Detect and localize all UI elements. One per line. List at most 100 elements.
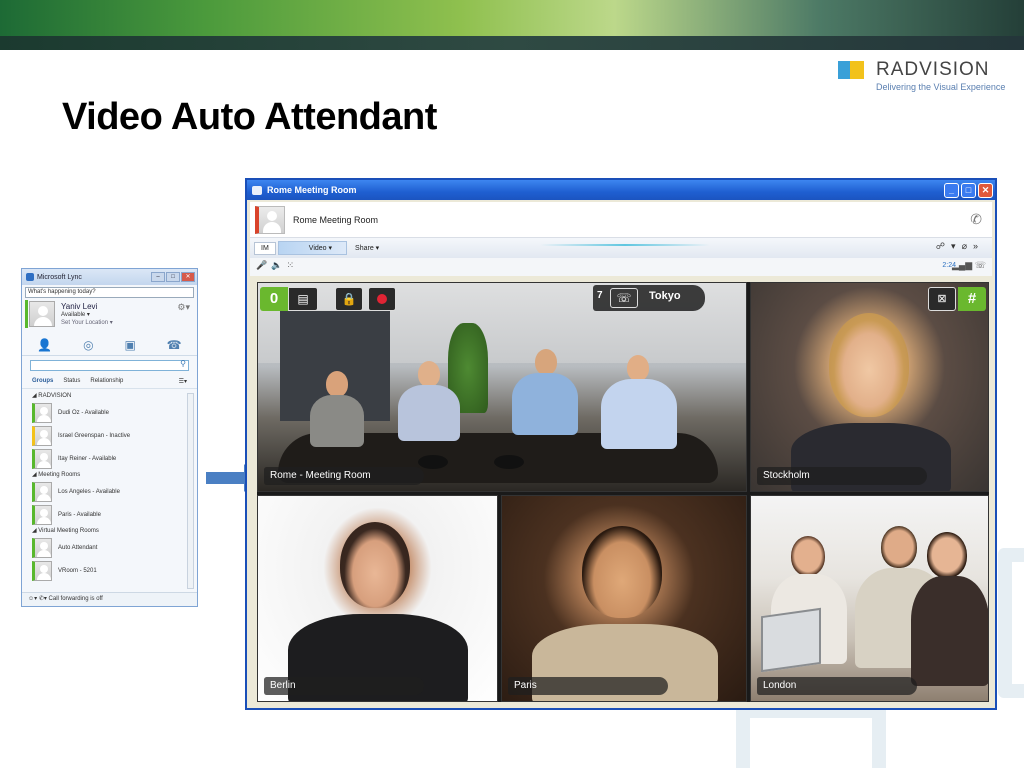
tile-label: Berlin bbox=[264, 677, 424, 695]
video-button[interactable]: Video ▾ bbox=[277, 241, 348, 255]
list-item[interactable]: Los Angeles - Available bbox=[32, 480, 187, 503]
minimize-icon[interactable]: _ bbox=[944, 182, 959, 198]
conversation-toolbar: IM Video ▾ Share ▾ ☍▾⌀» bbox=[250, 238, 992, 258]
conversations-icon[interactable]: ▣ bbox=[124, 338, 135, 352]
group-header[interactable]: ◢ RADVISION bbox=[32, 391, 187, 401]
tile-label: Rome - Meeting Room bbox=[264, 467, 424, 485]
group-header[interactable]: ◢ Virtual Meeting Rooms bbox=[32, 526, 187, 536]
phone-icon[interactable]: ☎ bbox=[167, 338, 182, 352]
my-location-text: Set Your Location bbox=[61, 320, 109, 326]
conference-window: Rome Meeting Room _ □ ✕ Rome Meeting Roo… bbox=[245, 178, 997, 710]
list-item[interactable]: Israel Greenspan - Inactive bbox=[32, 424, 187, 447]
microphone-icon[interactable]: 🎤 bbox=[256, 260, 271, 270]
call-forwarding-icon[interactable]: ✆▾ bbox=[39, 596, 47, 602]
more-options-icon[interactable]: » bbox=[973, 241, 984, 251]
contact-name: Auto Attendant bbox=[58, 544, 98, 551]
tile-label: London bbox=[757, 677, 917, 695]
lync-window-title: Microsoft Lync bbox=[37, 273, 82, 281]
lync-window: Microsoft Lync – □ ✕ What's happening to… bbox=[21, 268, 198, 607]
conversation-header: Rome Meeting Room ✆ bbox=[250, 202, 992, 238]
tile-label: Stockholm bbox=[757, 467, 927, 485]
dtmf-digit-indicator: 0 bbox=[260, 287, 288, 311]
call-status-bar: 🎤🔈⁙ 2:24 ▂▄▆ ☏ bbox=[250, 258, 992, 276]
filter-tab-relationship[interactable]: Relationship bbox=[90, 378, 123, 385]
right-arrow-icon bbox=[206, 464, 258, 492]
contact-list: ◢ RADVISION Dudi Oz - Available Israel G… bbox=[22, 389, 197, 597]
logo-tagline: Delivering the Visual Experience bbox=[876, 82, 1006, 92]
close-icon[interactable]: ✕ bbox=[181, 272, 195, 282]
attachment-icon[interactable]: ⌀ bbox=[962, 241, 973, 251]
video-tile-berlin[interactable]: Berlin bbox=[257, 495, 498, 702]
lock-icon[interactable]: 🔒 bbox=[335, 287, 363, 311]
conference-window-title: Rome Meeting Room bbox=[267, 185, 357, 195]
contact-avatar bbox=[32, 481, 52, 502]
keypad-icon[interactable]: ▤ bbox=[288, 287, 318, 311]
lync-footer: ☺▾ ✆▾ Call forwarding is off bbox=[22, 592, 197, 606]
contact-list-scrollbar[interactable] bbox=[187, 393, 194, 589]
speaker-icon[interactable]: 🔈 bbox=[271, 260, 286, 270]
maximize-icon[interactable]: □ bbox=[166, 272, 180, 282]
contact-avatar bbox=[32, 425, 52, 446]
video-tile-rome[interactable]: 0 ▤ 🔒 7 ☏ Tokyo Rome - Meeting Room bbox=[257, 282, 747, 492]
contact-search-input[interactable]: ⚲ bbox=[30, 359, 189, 371]
contact-name: Itay Reiner - Available bbox=[58, 455, 117, 462]
background-decoration bbox=[998, 548, 1024, 698]
options-gear-icon[interactable]: ⚙▾ bbox=[177, 302, 190, 313]
share-label: Share bbox=[355, 245, 374, 252]
video-tile-paris[interactable]: Paris bbox=[501, 495, 747, 702]
record-button[interactable] bbox=[368, 287, 396, 311]
video-tile-stockholm[interactable]: ⊠ # Stockholm bbox=[750, 282, 989, 492]
layout-switch-icon[interactable]: ⊠ bbox=[928, 287, 956, 311]
share-button[interactable]: Share ▾ bbox=[355, 244, 379, 252]
maximize-icon[interactable]: □ bbox=[961, 182, 976, 198]
list-item[interactable]: Auto Attendant bbox=[32, 536, 187, 559]
contact-filter-tabs: Groups Status Relationship ☰▾ bbox=[22, 375, 197, 389]
people-options-icon[interactable]: ☍▾ bbox=[936, 241, 962, 251]
contact-name: Paris - Available bbox=[58, 511, 101, 518]
status-note-input[interactable]: What's happening today? bbox=[25, 287, 194, 298]
group-name: Virtual Meeting Rooms bbox=[38, 528, 99, 534]
video-tile-london[interactable]: London bbox=[750, 495, 989, 702]
my-location-dropdown[interactable]: Set Your Location ▾ bbox=[61, 319, 113, 326]
tokyo-dial-in-badge[interactable]: 7 ☏ Tokyo bbox=[593, 285, 705, 311]
my-name: Yaniv Levi bbox=[61, 302, 98, 311]
presence-icon[interactable]: ☺▾ bbox=[28, 596, 37, 602]
contact-avatar[interactable] bbox=[255, 205, 285, 234]
record-icon bbox=[377, 294, 387, 304]
contact-avatar bbox=[32, 448, 52, 469]
group-header[interactable]: ◢ Meeting Rooms bbox=[32, 470, 187, 480]
my-status-text: Available bbox=[61, 312, 86, 318]
toolbar-highlight bbox=[540, 244, 710, 246]
list-item[interactable]: VRoom - 5201 bbox=[32, 559, 187, 582]
list-item[interactable]: Paris - Available bbox=[32, 503, 187, 526]
presence-available-bar bbox=[25, 300, 28, 328]
my-presence-card: Yaniv Levi Available ▾ Set Your Location… bbox=[25, 300, 194, 330]
group-name: RADVISION bbox=[38, 393, 72, 399]
my-status-dropdown[interactable]: Available ▾ bbox=[61, 311, 90, 318]
my-avatar[interactable] bbox=[29, 301, 55, 327]
tokyo-participant-number: 7 bbox=[597, 290, 603, 301]
hang-up-icon[interactable]: ✆ bbox=[970, 211, 982, 228]
conversation-contact-name: Rome Meeting Room bbox=[293, 214, 379, 225]
im-button[interactable]: IM bbox=[254, 241, 276, 255]
minimize-icon[interactable]: – bbox=[151, 272, 165, 282]
list-item[interactable]: Itay Reiner - Available bbox=[32, 447, 187, 470]
contact-name: Dudi Oz - Available bbox=[58, 409, 109, 416]
background-decoration bbox=[736, 704, 886, 768]
activity-feed-icon[interactable]: ◎ bbox=[83, 338, 93, 352]
close-icon[interactable]: ✕ bbox=[978, 182, 993, 198]
contact-avatar bbox=[32, 402, 52, 423]
search-icon: ⚲ bbox=[180, 359, 186, 368]
call-transfer-icon[interactable]: ☏ bbox=[975, 260, 986, 270]
group-name: Meeting Rooms bbox=[38, 472, 81, 478]
hash-key-indicator[interactable]: # bbox=[958, 287, 986, 311]
list-item[interactable]: Dudi Oz - Available bbox=[32, 401, 187, 424]
dialpad-icon[interactable]: ⁙ bbox=[286, 260, 298, 270]
lync-title-bar[interactable]: Microsoft Lync – □ ✕ bbox=[22, 269, 197, 285]
filter-tab-status[interactable]: Status bbox=[63, 378, 80, 385]
call-forwarding-status[interactable]: Call forwarding is off bbox=[49, 596, 103, 602]
filter-tab-groups[interactable]: Groups bbox=[32, 378, 53, 385]
display-options-icon[interactable]: ☰▾ bbox=[179, 378, 187, 385]
conference-title-bar[interactable]: Rome Meeting Room _ □ ✕ bbox=[247, 180, 995, 200]
contacts-icon[interactable]: 👤 bbox=[37, 338, 52, 352]
